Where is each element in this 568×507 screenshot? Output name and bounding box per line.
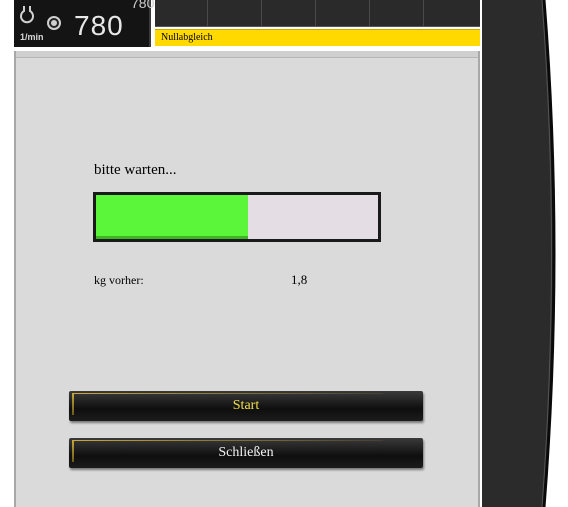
- start-button[interactable]: Start: [69, 391, 423, 421]
- kg-before-value: 1,8: [291, 272, 308, 287]
- progress-bar: [93, 192, 381, 242]
- speed-value: 780: [74, 10, 124, 41]
- speed-gauge: 1/min 780 780: [14, 0, 155, 47]
- status-text: Nullabgleich: [161, 32, 213, 43]
- status-bar: Nullabgleich: [155, 29, 480, 46]
- scale-tick: [207, 0, 208, 26]
- scale-tick: [423, 0, 424, 26]
- close-button[interactable]: Schließen: [69, 438, 423, 468]
- dialog-header: [16, 51, 478, 58]
- speed-small-value: 780: [131, 0, 155, 11]
- scale-tick: [369, 0, 370, 26]
- indicator-dot-icon: [47, 16, 61, 30]
- progress-fill: [96, 195, 249, 239]
- scale-tick: [261, 0, 262, 26]
- wait-message: bitte warten...: [94, 162, 177, 178]
- rpm-icon: [20, 6, 34, 24]
- progress-track: [96, 195, 378, 239]
- kg-before-label: kg vorher:: [94, 273, 144, 287]
- side-panel: [482, 0, 556, 507]
- zero-balance-dialog: bitte warten... kg vorher: 1,8 Start Sch…: [14, 51, 480, 507]
- scale-strip: [155, 0, 480, 27]
- speed-unit: 1/min: [20, 32, 44, 42]
- scale-tick: [315, 0, 316, 26]
